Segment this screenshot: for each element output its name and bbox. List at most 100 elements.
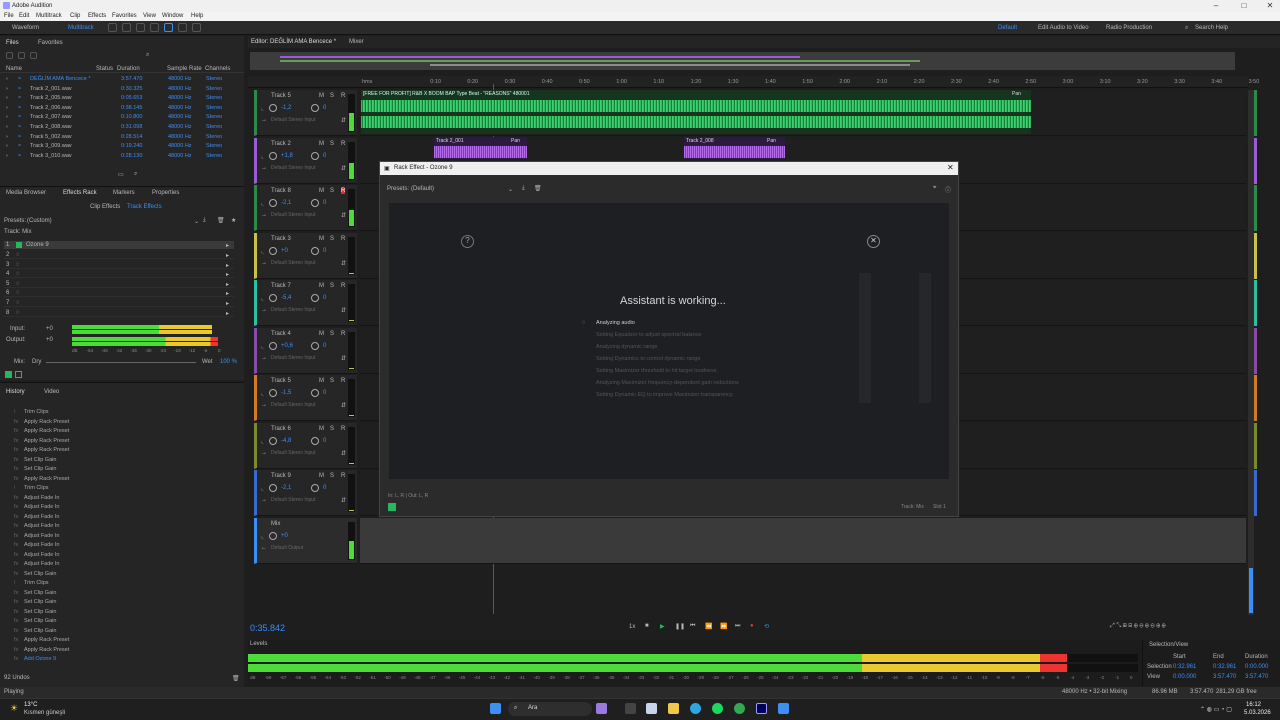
tab-media-browser[interactable]: Media Browser bbox=[6, 190, 46, 196]
volume-value[interactable]: -4,8 bbox=[281, 438, 291, 444]
solo-button[interactable]: S bbox=[330, 473, 334, 479]
solo-button[interactable]: S bbox=[330, 331, 334, 337]
pan-value[interactable]: 0 bbox=[323, 153, 326, 159]
history-item[interactable]: Apply Rack Preset bbox=[24, 637, 69, 643]
mix-lane[interactable] bbox=[360, 517, 1246, 564]
selection-duration[interactable]: 0:00.000 bbox=[1245, 664, 1268, 670]
file-row[interactable]: › ≈ Track 2_007.wav 0:10.800 48000 Hz Stereo bbox=[0, 113, 244, 122]
record-arm-button[interactable]: R bbox=[341, 236, 345, 242]
rack-list-icon[interactable] bbox=[15, 371, 22, 378]
history-item[interactable]: Apply Rack Preset bbox=[24, 438, 69, 444]
menu-file[interactable]: File bbox=[4, 13, 14, 19]
pan-knob[interactable] bbox=[311, 341, 319, 350]
track-input[interactable]: Default Stereo Input bbox=[271, 355, 315, 361]
selection-start[interactable]: 0:32.961 bbox=[1173, 664, 1196, 670]
history-item[interactable]: Set Clip Gain bbox=[24, 571, 56, 577]
history-item[interactable]: Trim Clips bbox=[24, 485, 49, 491]
col-channels[interactable]: Channels bbox=[205, 66, 230, 72]
mute-button[interactable]: M bbox=[319, 236, 324, 242]
power-icon[interactable]: ◌ bbox=[16, 252, 20, 258]
menu-effects[interactable]: Effects bbox=[88, 13, 106, 19]
history-item[interactable]: Set Clip Gain bbox=[24, 590, 56, 596]
expand-icon[interactable]: › bbox=[6, 134, 8, 140]
rack-slot[interactable]: 5 ◌ ▸ bbox=[4, 280, 234, 288]
zoom-level[interactable]: 1x bbox=[629, 624, 635, 630]
search-highlight-icon[interactable] bbox=[596, 703, 607, 714]
file-row[interactable]: › ≈ Track 2_008.wav 0:31.098 48000 Hz Stereo bbox=[0, 123, 244, 132]
tab-history[interactable]: History bbox=[6, 389, 25, 395]
maximize-button[interactable]: □ bbox=[1236, 1, 1252, 11]
col-name[interactable]: Name bbox=[6, 66, 22, 72]
volume-value[interactable]: +1,8 bbox=[281, 153, 293, 159]
workspace-radio-production[interactable]: Radio Production bbox=[1106, 25, 1152, 31]
expand-icon[interactable]: › bbox=[6, 114, 8, 120]
track-input[interactable]: Default Stereo Input bbox=[271, 402, 315, 408]
record-arm-button[interactable]: R bbox=[341, 331, 345, 337]
menu-window[interactable]: Window bbox=[162, 13, 183, 19]
record-arm-button[interactable]: R bbox=[341, 283, 345, 289]
pan-value[interactable]: 0 bbox=[323, 295, 326, 301]
selection-end[interactable]: 0:32.961 bbox=[1213, 664, 1236, 670]
track-header[interactable]: Track 6 M S R ◟ -4,8 0 → Default Stereo … bbox=[254, 422, 357, 469]
minimize-button[interactable]: – bbox=[1208, 1, 1224, 11]
record-arm-button[interactable]: R bbox=[341, 426, 345, 432]
record-icon[interactable]: ● bbox=[750, 623, 754, 629]
pause-icon[interactable]: ❚❚ bbox=[675, 623, 685, 630]
volume-value[interactable]: -2,1 bbox=[281, 200, 291, 206]
record-arm-button[interactable]: R bbox=[341, 378, 345, 384]
history-item[interactable]: Adjust Fade In bbox=[24, 533, 59, 539]
file-row[interactable]: › ≈ Track 3_009.wav 0:19.240 48000 Hz Stereo bbox=[0, 142, 244, 151]
tab-selection-view[interactable]: Selection/View bbox=[1149, 642, 1188, 648]
solo-button[interactable]: S bbox=[330, 141, 334, 147]
expand-icon[interactable]: › bbox=[6, 124, 8, 130]
clock-date[interactable]: 5.03.2026 bbox=[1244, 710, 1271, 716]
tab-effects-rack[interactable]: Effects Rack bbox=[63, 190, 97, 196]
new-file-icon[interactable] bbox=[6, 52, 13, 59]
audition-taskbar-icon[interactable] bbox=[756, 703, 767, 714]
taskbar-search-box[interactable]: ⌕ Ara bbox=[508, 702, 592, 716]
track-header[interactable]: Track 4 M S R ◟ +0,6 0 → Default Stereo … bbox=[254, 327, 357, 374]
view-start[interactable]: 0:00.000 bbox=[1173, 674, 1196, 680]
pan-value[interactable]: 0 bbox=[323, 485, 326, 491]
track-name[interactable]: Track 3 bbox=[271, 236, 291, 242]
play-arrow-icon[interactable]: ▸ bbox=[226, 271, 229, 278]
history-item[interactable]: Set Clip Gain bbox=[24, 466, 56, 472]
volume-knob[interactable] bbox=[269, 294, 277, 302]
file-row[interactable]: › ≈ DEĞLİM AMA Bencece * 3:57.470 48000 Hz St… bbox=[0, 75, 244, 84]
record-arm-button[interactable]: R bbox=[341, 188, 346, 194]
track-name[interactable]: Mix bbox=[271, 521, 280, 527]
pin-icon[interactable]: ⌖ bbox=[933, 185, 936, 192]
tab-properties[interactable]: Properties bbox=[152, 190, 179, 196]
power-icon[interactable]: ◌ bbox=[16, 262, 20, 268]
expand-icon[interactable]: › bbox=[6, 76, 8, 82]
weather-temp[interactable]: 13°C bbox=[24, 702, 37, 708]
multitrack-button[interactable]: Multitrack bbox=[68, 25, 94, 31]
volume-value[interactable]: +0 bbox=[281, 533, 288, 539]
volume-knob[interactable] bbox=[269, 484, 277, 492]
track-name[interactable]: Track 4 bbox=[271, 331, 291, 337]
history-item[interactable]: Set Clip Gain bbox=[24, 628, 56, 634]
fx-icon[interactable]: ⇵ bbox=[341, 260, 346, 267]
rack-power-icon[interactable] bbox=[5, 371, 12, 378]
volume-knob[interactable] bbox=[269, 436, 277, 445]
track-header[interactable]: Track 2 M S R ◟ +1,8 0 → Default Stereo … bbox=[254, 137, 357, 184]
tab-clip-effects[interactable]: Clip Effects bbox=[90, 204, 120, 210]
view-end[interactable]: 3:57.470 bbox=[1213, 674, 1236, 680]
play-arrow-icon[interactable]: ▸ bbox=[226, 242, 229, 249]
time-selection-tool-icon[interactable] bbox=[192, 23, 201, 32]
mute-button[interactable]: M bbox=[319, 93, 324, 99]
record-arm-button[interactable]: R bbox=[341, 473, 345, 479]
track-name[interactable]: Track 5 bbox=[271, 93, 291, 99]
expand-icon[interactable]: › bbox=[6, 153, 8, 159]
play-arrow-icon[interactable]: ▸ bbox=[226, 262, 229, 269]
mute-button[interactable]: M bbox=[319, 378, 324, 384]
mute-button[interactable]: M bbox=[319, 283, 324, 289]
delete-preset-icon[interactable]: 🗑 bbox=[534, 185, 542, 192]
pan-knob[interactable] bbox=[311, 389, 319, 397]
solo-button[interactable]: S bbox=[330, 426, 334, 432]
save-preset-icon[interactable]: ⤓ bbox=[203, 217, 206, 224]
history-item[interactable]: Adjust Fade In bbox=[24, 542, 59, 548]
pan-knob[interactable] bbox=[311, 436, 319, 445]
power-icon[interactable]: ◌ bbox=[16, 281, 20, 287]
tab-files[interactable]: Files bbox=[6, 40, 19, 46]
